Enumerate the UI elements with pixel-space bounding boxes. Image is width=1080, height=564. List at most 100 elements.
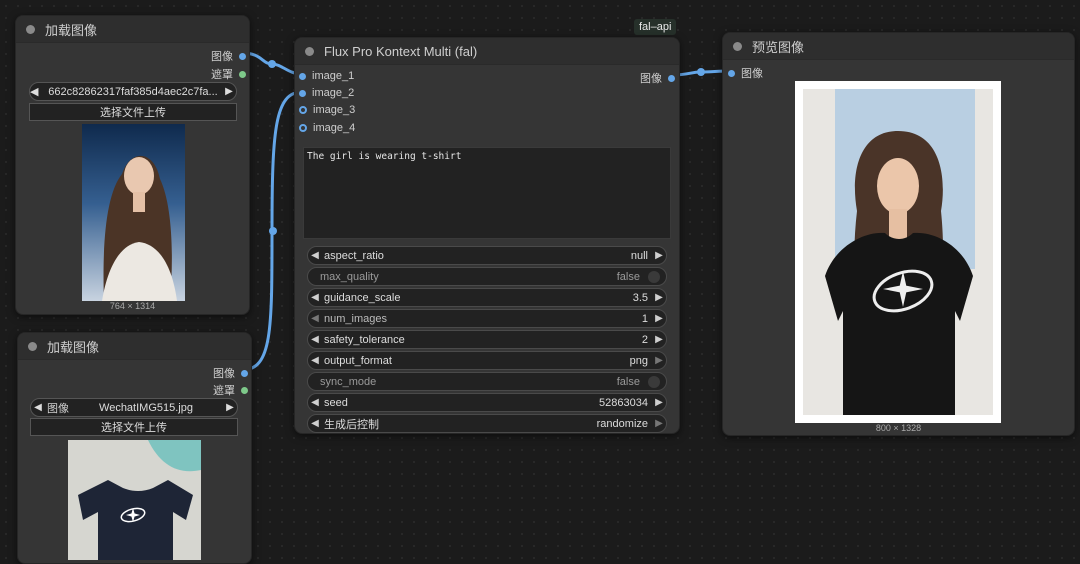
widget-label: sync_mode	[320, 375, 377, 388]
wire-reroute-dot	[697, 68, 705, 76]
input-slot-image-4[interactable]: image_4	[299, 122, 355, 134]
preview-image	[795, 81, 1001, 423]
image-file-select[interactable]: ◀ 图像 WechatIMG515.jpg ▶	[30, 398, 238, 417]
input-connector-icon[interactable]	[299, 106, 307, 114]
output-connector-icon[interactable]	[239, 70, 246, 78]
arrow-left-icon[interactable]: ◀	[308, 313, 322, 324]
arrow-right-icon[interactable]: ▶	[652, 250, 666, 261]
output-image-slot[interactable]: 图像	[640, 70, 675, 86]
output-connector-icon[interactable]	[241, 369, 248, 377]
widget-label: max_quality	[320, 270, 379, 283]
output-label: 图像	[213, 368, 235, 380]
node-header[interactable]: 加载图像	[18, 333, 251, 360]
widget-max-quality[interactable]: max_quality false	[307, 267, 667, 286]
arrow-right-icon[interactable]: ▶	[223, 402, 237, 413]
widget-sync-mode[interactable]: sync_mode false	[307, 372, 667, 391]
node-title: 加载图像	[47, 339, 100, 355]
image-file-select[interactable]: ◀ 662c82862317faf385d4aec2c7fa... ▶	[29, 82, 237, 101]
node-header[interactable]: 预览图像	[723, 33, 1074, 60]
widget-value: png	[629, 354, 648, 367]
output-mask-slot[interactable]: 遮罩	[213, 382, 248, 398]
arrow-right-icon[interactable]: ▶	[652, 313, 666, 324]
portrait-woman-icon	[102, 155, 177, 301]
widget-value: false	[616, 375, 640, 388]
file-select-label: 图像	[47, 402, 69, 415]
widget-label: aspect_ratio	[324, 249, 384, 262]
output-connector-icon[interactable]	[668, 74, 675, 82]
widget-seed[interactable]: ◀ seed 52863034 ▶	[307, 393, 667, 412]
widget-aspect-ratio[interactable]: ◀ aspect_ratio null ▶	[307, 246, 667, 265]
input-slot-image-3[interactable]: image_3	[299, 104, 355, 116]
file-select-value: WechatIMG515.jpg	[99, 401, 193, 414]
node-title: Flux Pro Kontext Multi (fal)	[324, 43, 478, 59]
collapse-dot-icon[interactable]	[305, 46, 314, 56]
widget-value: null	[630, 249, 648, 262]
node-header[interactable]: Flux Pro Kontext Multi (fal)	[295, 38, 679, 65]
arrow-left-icon[interactable]: ◀	[30, 85, 44, 98]
input-connector-icon[interactable]	[299, 72, 306, 80]
arrow-right-icon[interactable]: ▶	[652, 397, 666, 408]
input-label: image_2	[312, 87, 355, 99]
widget-control-after-generate[interactable]: ◀ 生成后控制 randomize ▶	[307, 414, 667, 433]
output-label: 图像	[640, 73, 662, 85]
output-label: 遮罩	[211, 69, 233, 81]
input-connector-icon[interactable]	[299, 124, 307, 132]
load-image-node-2[interactable]: 加载图像 图像 遮罩 ◀ 图像 WechatIMG515.jpg ▶ 选择文件上…	[17, 332, 252, 564]
arrow-right-icon[interactable]: ▶	[222, 86, 236, 97]
output-image-slot[interactable]: 图像	[213, 365, 248, 381]
arrow-left-icon[interactable]: ◀	[31, 402, 45, 413]
widget-safety-tolerance[interactable]: ◀ safety_tolerance 2 ▶	[307, 330, 667, 349]
output-connector-icon[interactable]	[239, 52, 246, 60]
portrait-tshirt-icon	[803, 89, 993, 415]
input-image-slot[interactable]: 图像	[728, 65, 763, 81]
output-connector-icon[interactable]	[241, 386, 248, 394]
prompt-textarea[interactable]	[303, 147, 671, 239]
input-connector-icon[interactable]	[728, 69, 735, 77]
widget-num-images[interactable]: ◀ num_images 1 ▶	[307, 309, 667, 328]
input-slot-image-1[interactable]: image_1	[299, 70, 354, 82]
arrow-left-icon[interactable]: ◀	[308, 355, 322, 366]
output-mask-slot[interactable]: 遮罩	[211, 66, 246, 82]
widget-label: seed	[324, 396, 348, 409]
arrow-left-icon[interactable]: ◀	[308, 418, 322, 429]
load-image-node-1[interactable]: 加载图像 图像 遮罩 ◀ 662c82862317faf385d4aec2c7f…	[15, 15, 250, 315]
input-label: image_4	[313, 122, 356, 134]
toggle-icon[interactable]	[648, 270, 660, 283]
arrow-left-icon[interactable]: ◀	[308, 292, 322, 303]
toggle-icon[interactable]	[648, 375, 660, 388]
preview-image-node[interactable]: 预览图像 图像 800 × 1328	[722, 32, 1075, 436]
widget-guidance-scale[interactable]: ◀ guidance_scale 3.5 ▶	[307, 288, 667, 307]
wire-image2	[241, 90, 303, 372]
arrow-right-icon[interactable]: ▶	[652, 292, 666, 303]
input-label: image_1	[312, 70, 355, 82]
upload-button[interactable]: 选择文件上传	[29, 103, 237, 121]
widget-label: guidance_scale	[324, 291, 401, 304]
image-dimensions: 800 × 1328	[875, 423, 922, 433]
input-connector-icon[interactable]	[299, 89, 306, 97]
image-thumbnail	[82, 124, 185, 301]
collapse-dot-icon[interactable]	[28, 341, 37, 351]
node-title: 加载图像	[45, 22, 98, 38]
arrow-left-icon[interactable]: ◀	[308, 334, 322, 345]
flux-kontext-node[interactable]: Flux Pro Kontext Multi (fal) 图像 image_1 …	[294, 37, 680, 434]
widget-output-format[interactable]: ◀ output_format png ▶	[307, 351, 667, 370]
image-thumbnail	[68, 440, 201, 560]
output-label: 图像	[211, 51, 233, 63]
widget-value: 3.5	[632, 291, 648, 304]
input-slot-image-2[interactable]: image_2	[299, 87, 354, 99]
arrow-right-icon[interactable]: ▶	[652, 355, 666, 366]
widget-label: 生成后控制	[324, 418, 379, 431]
input-label: 图像	[741, 68, 763, 80]
widget-value: randomize	[596, 417, 648, 430]
collapse-dot-icon[interactable]	[733, 41, 742, 51]
upload-button[interactable]: 选择文件上传	[30, 418, 238, 436]
node-header[interactable]: 加载图像	[16, 16, 249, 43]
collapse-dot-icon[interactable]	[26, 24, 35, 34]
widget-value: false	[616, 270, 640, 283]
widget-value: 2	[641, 333, 648, 346]
arrow-left-icon[interactable]: ◀	[308, 397, 322, 408]
arrow-right-icon[interactable]: ▶	[652, 418, 666, 429]
arrow-left-icon[interactable]: ◀	[308, 250, 322, 261]
output-image-slot[interactable]: 图像	[211, 48, 246, 64]
arrow-right-icon[interactable]: ▶	[652, 334, 666, 345]
